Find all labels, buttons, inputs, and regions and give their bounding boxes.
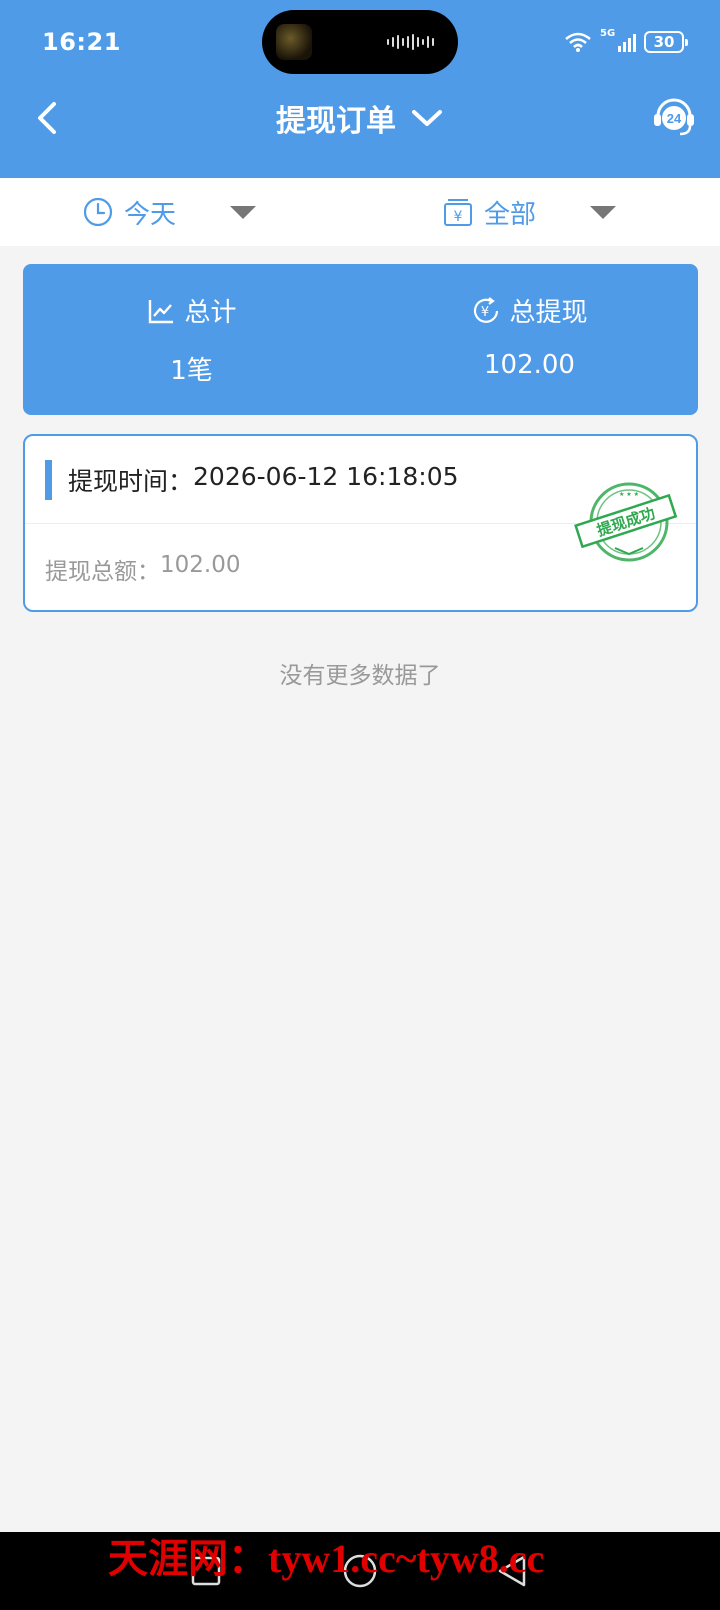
audio-wave-icon [387, 34, 437, 50]
support-24h-icon[interactable]: 24 [650, 92, 698, 140]
summary-withdraw-value: 102.00 [484, 350, 575, 380]
clock-icon [83, 197, 113, 227]
media-thumbnail [276, 24, 312, 60]
signal-icon: 5G [600, 28, 636, 54]
type-filter-label: 全部 [484, 199, 537, 230]
nav-bar: 提现订单 24 [0, 86, 720, 150]
page-title: 提现订单 [276, 104, 396, 139]
status-icons: 5G 30 [564, 28, 688, 56]
summary-total: 总计 1笔 [23, 264, 360, 415]
summary-total-value: 1笔 [170, 356, 213, 386]
accent-bar [45, 460, 52, 500]
order-time: 提现时间： 2026-06-12 16:18:05 [68, 462, 459, 498]
summary-withdraw: ¥ 总提现 102.00 [361, 264, 698, 415]
wallet-icon: ¥ [444, 199, 472, 226]
date-filter-label: 今天 [124, 199, 177, 230]
svg-text:¥: ¥ [481, 305, 489, 320]
summary-withdraw-label: 总提现 [509, 298, 588, 328]
summary-card: 总计 1笔 ¥ 总提现 102.00 [23, 264, 698, 415]
chevron-down-icon [412, 110, 442, 126]
status-time: 16:21 [42, 28, 121, 56]
battery-icon: 30 [644, 31, 688, 53]
dynamic-island[interactable] [262, 10, 458, 74]
order-amount-label: 提现总额： [45, 559, 160, 585]
page-title-dropdown[interactable]: 提现订单 [0, 96, 720, 140]
status-bar: 16:21 5G 30 [0, 0, 720, 86]
caret-down-icon [230, 205, 257, 219]
caret-down-icon [590, 205, 617, 219]
date-filter[interactable]: 今天 [82, 178, 257, 246]
no-more-text: 没有更多数据了 [279, 663, 441, 689]
wifi-icon [565, 32, 591, 52]
order-time-value: 2026-06-12 16:18:05 [193, 462, 459, 491]
summary-total-label: 总计 [184, 298, 237, 328]
order-card[interactable]: 提现时间： 2026-06-12 16:18:05 提现总额： 102.00 ★… [23, 434, 698, 612]
order-time-label: 提现时间： [68, 467, 194, 496]
type-filter[interactable]: ¥ 全部 [442, 178, 617, 246]
support-label: 24 [667, 111, 682, 126]
success-stamp: ★ ★ ★ 提现成功 [574, 482, 678, 562]
svg-text:★ ★ ★: ★ ★ ★ [619, 491, 639, 498]
order-amount: 提现总额： 102.00 [45, 552, 240, 586]
line-chart-icon [149, 299, 174, 323]
order-amount-value: 102.00 [160, 552, 241, 578]
filter-bar: 今天 ¥ 全部 [0, 178, 720, 246]
svg-text:¥: ¥ [454, 209, 463, 225]
app-header: 16:21 5G 30 提现订单 24 [0, 0, 720, 178]
watermark: 天涯网：tyw1.cc~tyw8.cc [108, 1536, 545, 1581]
network-type: 5G [600, 28, 616, 39]
currency-exchange-icon: ¥ [474, 296, 499, 323]
